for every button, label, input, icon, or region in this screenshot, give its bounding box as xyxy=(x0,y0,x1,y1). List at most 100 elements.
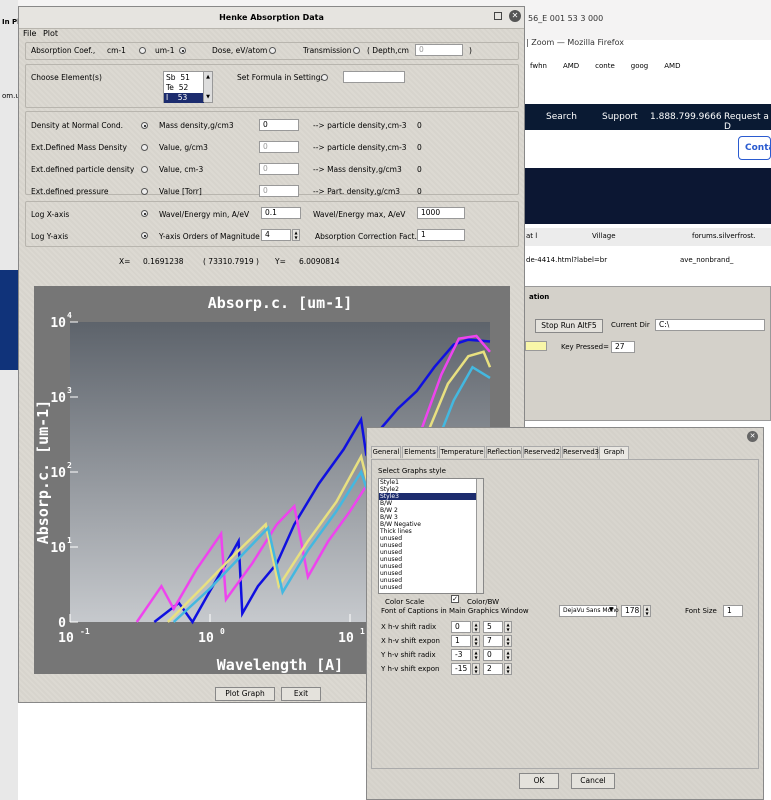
tab-graph[interactable]: Graph xyxy=(599,446,629,459)
nav-request[interactable]: Request a D xyxy=(724,112,771,132)
yorders-input[interactable]: 4 xyxy=(261,229,291,241)
menu-plot[interactable]: Plot xyxy=(43,29,58,38)
style-list-item[interactable]: unused xyxy=(379,549,483,556)
shift-row-a-spinner[interactable]: ▲ ▼ xyxy=(472,635,480,647)
shift-row-b-input[interactable]: 7 xyxy=(483,635,503,647)
bookmark-item[interactable]: AMD xyxy=(563,62,579,74)
um1-radio[interactable] xyxy=(179,47,186,54)
readout-y-label: Y= xyxy=(275,257,286,266)
tab-elements[interactable]: Elements xyxy=(402,446,438,458)
shift-row-b-spinner[interactable]: ▲ ▼ xyxy=(504,663,512,675)
style-list-item[interactable]: unused xyxy=(379,584,483,591)
formula-input[interactable] xyxy=(343,71,405,83)
density-row-input[interactable]: 0 xyxy=(259,163,299,175)
tab-reserved2[interactable]: Reserved2 xyxy=(523,446,561,458)
font-size-input[interactable]: 1 xyxy=(723,605,743,617)
style-list-item[interactable]: Style1 xyxy=(379,479,483,486)
corr-input[interactable]: 1 xyxy=(417,229,465,241)
density-row-input[interactable]: 0 xyxy=(259,141,299,153)
nav-search[interactable]: Search xyxy=(546,112,577,122)
style-listbox[interactable]: Style1 Style2 Style3 B/W B/W 2 B/W 3 B/W Negat… xyxy=(378,478,484,594)
density-row-input[interactable]: 0 xyxy=(259,185,299,197)
xmax-input[interactable]: 1000 xyxy=(417,207,465,219)
nav-support[interactable]: Support xyxy=(602,112,638,122)
yorders-spinner[interactable]: ▲ ▼ xyxy=(292,229,300,241)
element-listbox[interactable]: Sb 51 Te 52 I 53 ▲ ▼ xyxy=(163,71,213,103)
cancel-button[interactable]: Cancel xyxy=(571,773,615,789)
tab-general[interactable]: General xyxy=(371,446,401,458)
density-row-radio[interactable] xyxy=(141,144,148,151)
bookmark-item[interactable]: AMD xyxy=(664,62,680,74)
font-num-spinner[interactable]: ▲ ▼ xyxy=(643,605,651,617)
bookmark-item[interactable]: goog xyxy=(631,62,648,74)
element-item-te[interactable]: Te 52 xyxy=(166,83,188,93)
style-list-item[interactable]: Style3 xyxy=(379,493,483,500)
shift-row-a-input[interactable]: -3 xyxy=(451,649,471,661)
shift-row-b-input[interactable]: 0 xyxy=(483,649,503,661)
style-list-item[interactable]: B/W 3 xyxy=(379,514,483,521)
style-list-item[interactable]: unused xyxy=(379,542,483,549)
style-list-item[interactable]: unused xyxy=(379,563,483,570)
style-scrollbar[interactable] xyxy=(476,479,483,593)
shift-row-a-spinner[interactable]: ▲ ▼ xyxy=(472,663,480,675)
shift-row-a-spinner[interactable]: ▲ ▼ xyxy=(472,621,480,633)
xmin-input[interactable]: 0.1 xyxy=(261,207,301,219)
shift-row-b-spinner[interactable]: ▲ ▼ xyxy=(504,621,512,633)
shift-row-a-input[interactable]: 0 xyxy=(451,621,471,633)
current-dir-field[interactable]: C:\ xyxy=(655,319,765,331)
density-row-radio[interactable] xyxy=(141,188,148,195)
element-item-i[interactable]: I 53 xyxy=(164,93,204,103)
stop-run-button[interactable]: Stop Run AltF5 xyxy=(535,319,603,333)
tab-reserved3[interactable]: Reserved3 xyxy=(562,446,599,458)
element-scrollbar[interactable]: ▲ ▼ xyxy=(203,72,212,102)
density-row-label: Ext.defined pressure xyxy=(31,187,109,196)
menu-file[interactable]: File xyxy=(23,29,36,38)
style-list-item[interactable]: unused xyxy=(379,577,483,584)
style-list-item[interactable]: B/W 2 xyxy=(379,507,483,514)
density-row-arrow: --> particle density,cm-3 xyxy=(313,121,407,130)
style-list-item[interactable]: Thick lines xyxy=(379,528,483,535)
font-num-input[interactable]: 178 xyxy=(621,605,641,617)
bookmark-item[interactable]: fwhn xyxy=(530,62,547,74)
logx-radio[interactable] xyxy=(141,210,148,217)
set-formula-radio[interactable] xyxy=(321,74,328,81)
style-list-item[interactable]: Style2 xyxy=(379,486,483,493)
maximize-icon[interactable] xyxy=(494,12,502,20)
bookmark-item[interactable]: conte xyxy=(595,62,615,74)
tab-temperature[interactable]: Temperature xyxy=(439,446,485,458)
plot-graph-button[interactable]: Plot Graph xyxy=(215,687,275,701)
density-row-input[interactable]: 0 xyxy=(259,119,299,131)
tab-reflection[interactable]: Reflection xyxy=(486,446,522,458)
shift-row-b-spinner[interactable]: ▲ ▼ xyxy=(504,635,512,647)
density-row-radio[interactable] xyxy=(141,166,148,173)
exit-button[interactable]: Exit xyxy=(281,687,321,701)
shift-row-a-input[interactable]: -15 xyxy=(451,663,471,675)
shift-row-a-input[interactable]: 1 xyxy=(451,635,471,647)
dose-radio[interactable] xyxy=(269,47,276,54)
style-list-item[interactable]: unused xyxy=(379,556,483,563)
depth-input[interactable]: 0 xyxy=(415,44,463,56)
style-list-item[interactable]: B/W xyxy=(379,500,483,507)
settings-close-icon[interactable]: ✕ xyxy=(747,431,758,442)
cm1-radio[interactable] xyxy=(139,47,146,54)
transmission-radio[interactable] xyxy=(353,47,360,54)
style-list-item[interactable]: unused xyxy=(379,535,483,542)
style-list-item[interactable]: unused xyxy=(379,570,483,577)
nav-phone[interactable]: 1.888.799.9666 xyxy=(650,112,722,122)
color-bw-checkbox[interactable]: ✓ xyxy=(451,595,459,603)
shift-row-b-input[interactable]: 5 xyxy=(483,621,503,633)
key-pressed-label: Key Pressed= xyxy=(561,343,609,351)
key-pressed-field[interactable]: 27 xyxy=(611,341,635,353)
logy-radio[interactable] xyxy=(141,232,148,239)
style-list-item[interactable]: B/W Negative xyxy=(379,521,483,528)
ghost-yellow-field[interactable] xyxy=(525,341,547,351)
contact-button[interactable]: Conta xyxy=(738,136,771,160)
shift-row-b-input[interactable]: 2 xyxy=(483,663,503,675)
shift-row-b-spinner[interactable]: ▲ ▼ xyxy=(504,649,512,661)
density-row-radio[interactable] xyxy=(141,122,148,129)
element-item-sb[interactable]: Sb 51 xyxy=(166,73,190,83)
close-icon[interactable]: ✕ xyxy=(509,10,521,22)
font-select-chevron-icon[interactable]: ▼ xyxy=(609,606,614,613)
ok-button[interactable]: OK xyxy=(519,773,559,789)
shift-row-a-spinner[interactable]: ▲ ▼ xyxy=(472,649,480,661)
